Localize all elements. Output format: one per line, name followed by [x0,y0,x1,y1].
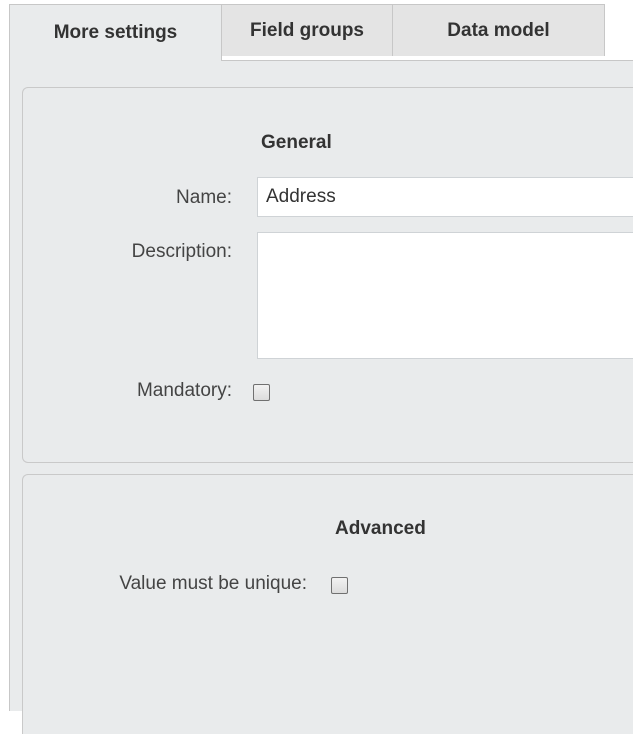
mandatory-checkbox[interactable] [253,384,270,401]
name-input[interactable] [257,177,633,217]
tab-field-groups[interactable]: Field groups [221,4,393,56]
advanced-section: Advanced Value must be unique: [22,474,633,734]
tab-more-settings[interactable]: More settings [9,4,222,61]
description-textarea[interactable] [257,232,633,359]
tab-strip: More settings Field groups Data model [9,0,633,61]
unique-label: Value must be unique: [119,573,307,594]
general-section-title: General [261,132,332,153]
advanced-section-title: Advanced [335,518,426,539]
description-label: Description: [131,241,232,262]
unique-checkbox[interactable] [331,577,348,594]
mandatory-label: Mandatory: [136,380,232,401]
more-settings-panel: General Name: Description: Mandatory: Ad… [9,60,633,734]
tab-data-model[interactable]: Data model [392,4,605,56]
name-label: Name: [176,187,232,208]
general-section: General Name: Description: Mandatory: [22,87,633,463]
